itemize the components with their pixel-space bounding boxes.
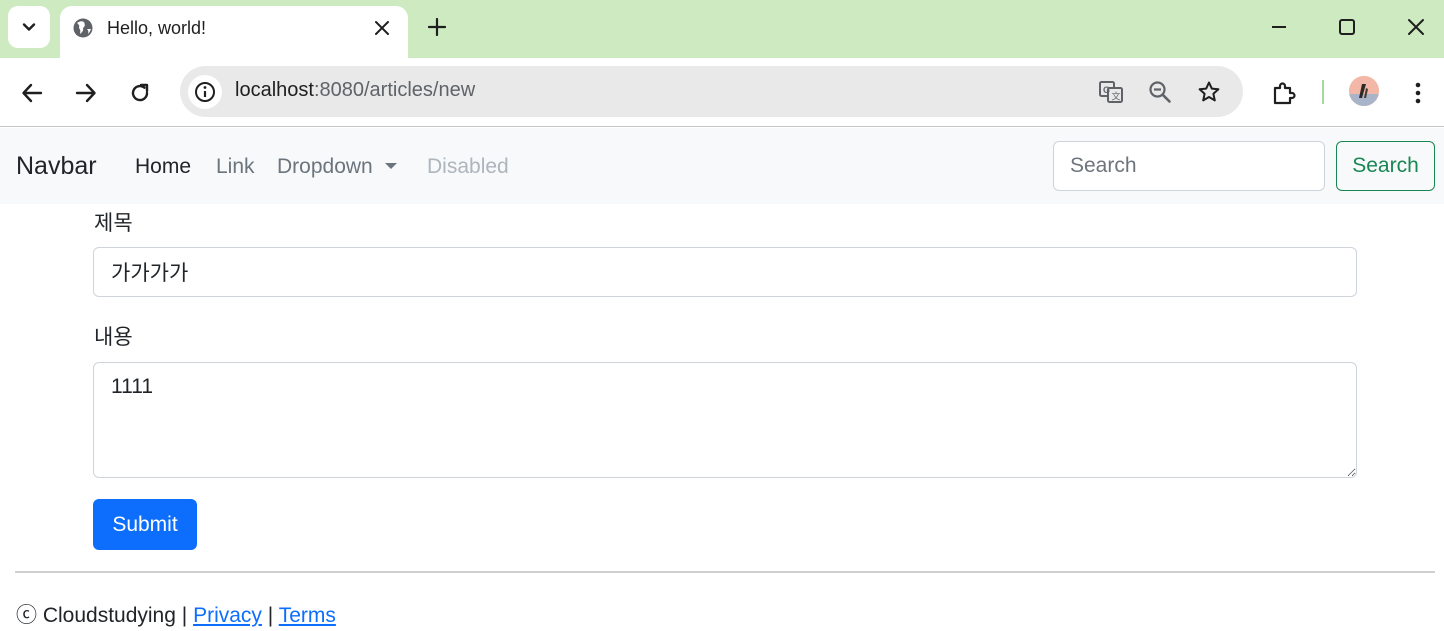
nav-item-home[interactable]: Home [135, 155, 191, 179]
svg-text:文: 文 [1112, 91, 1121, 102]
nav-item-dropdown[interactable]: Dropdown [277, 155, 397, 179]
svg-text:G: G [1103, 85, 1110, 95]
plus-icon [428, 18, 446, 36]
more-menu-button[interactable] [1406, 76, 1430, 110]
maximize-button[interactable] [1334, 14, 1360, 40]
site-info-button[interactable] [188, 75, 222, 109]
privacy-link[interactable]: Privacy [193, 604, 262, 627]
toolbar-separator [1322, 80, 1324, 104]
forward-arrow-icon [75, 83, 96, 103]
bookmark-button[interactable] [1196, 79, 1222, 105]
tab-close-button[interactable] [370, 16, 394, 40]
zoom-button[interactable] [1147, 79, 1173, 105]
back-arrow-icon [22, 83, 43, 103]
new-tab-button[interactable] [424, 14, 450, 40]
zoom-out-icon [1149, 81, 1171, 103]
nav-dropdown-label: Dropdown [277, 155, 373, 178]
search-button[interactable]: Search [1336, 141, 1435, 191]
footer-divider [15, 571, 1435, 573]
minimize-button[interactable] [1266, 14, 1292, 40]
content-textarea[interactable]: 1111 [93, 362, 1357, 478]
profile-avatar-icon [1349, 76, 1379, 106]
address-bar[interactable]: localhost:8080/articles/new G文 [180, 66, 1243, 117]
url-text[interactable]: localhost:8080/articles/new [235, 79, 475, 102]
page-footer: ⓒ Cloudstudying | Privacy | Terms [16, 599, 336, 629]
tab-search-button[interactable] [8, 6, 50, 48]
close-icon [375, 21, 389, 35]
translate-button[interactable]: G文 [1098, 79, 1124, 105]
window-close-button[interactable] [1403, 14, 1429, 40]
forward-button[interactable] [69, 76, 103, 110]
browser-tab-strip: Hello, world! [0, 0, 1444, 58]
browser-tab[interactable]: Hello, world! [60, 6, 408, 58]
search-input[interactable] [1053, 141, 1325, 191]
footer-copyright: ⓒ Cloudstudying [16, 604, 176, 627]
globe-icon [73, 18, 93, 38]
reload-button[interactable] [123, 76, 157, 110]
url-path: :8080/articles/new [313, 79, 476, 101]
site-navbar: Navbar Home Link Dropdown Disabled Searc… [0, 128, 1444, 204]
more-menu-icon [1415, 82, 1421, 104]
reload-icon [131, 83, 149, 102]
nav-item-link[interactable]: Link [216, 155, 255, 179]
translate-icon: G文 [1099, 81, 1123, 103]
extensions-button[interactable] [1267, 76, 1301, 110]
back-button[interactable] [15, 76, 49, 110]
title-input[interactable] [93, 247, 1357, 297]
footer-separator: | [181, 604, 188, 627]
caret-down-icon [384, 163, 397, 169]
chevron-down-icon [22, 23, 36, 31]
site-info-icon [195, 82, 215, 102]
minimize-icon [1272, 26, 1286, 28]
browser-toolbar: localhost:8080/articles/new G文 [0, 58, 1444, 127]
maximize-icon [1339, 19, 1355, 35]
footer-separator: | [267, 604, 274, 627]
bookmark-star-icon [1198, 81, 1220, 102]
window-close-icon [1408, 19, 1424, 35]
url-host: localhost [235, 79, 314, 101]
terms-link[interactable]: Terms [279, 604, 336, 627]
extensions-icon [1273, 82, 1296, 105]
submit-button[interactable]: Submit [93, 499, 197, 550]
navbar-brand[interactable]: Navbar [16, 152, 97, 181]
nav-item-disabled: Disabled [427, 155, 509, 178]
content-label: 내용 [94, 326, 133, 349]
profile-avatar[interactable] [1349, 76, 1379, 106]
title-label: 제목 [94, 212, 133, 235]
tab-title: Hello, world! [107, 18, 207, 38]
